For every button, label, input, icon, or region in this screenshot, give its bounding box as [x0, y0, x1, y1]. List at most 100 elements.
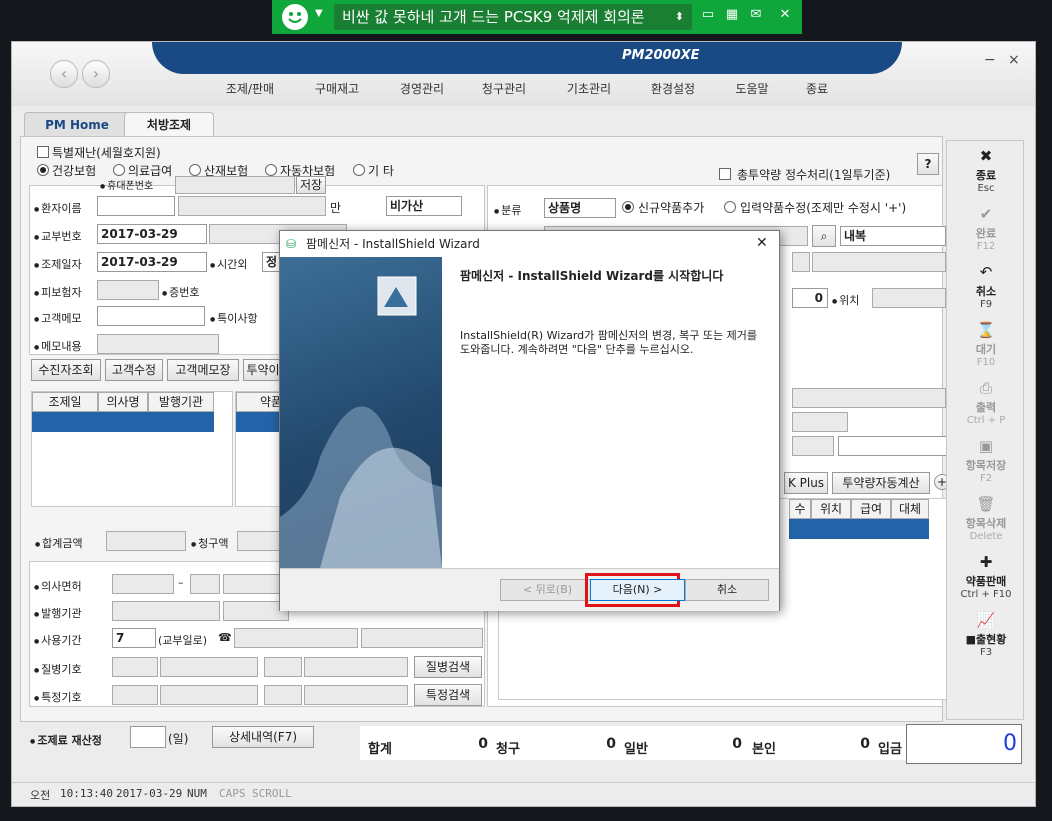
license-input[interactable] — [112, 574, 174, 594]
count-input[interactable]: 0 — [792, 288, 828, 308]
customer-memo-button[interactable]: 고객메모장 — [167, 359, 239, 381]
col-position[interactable]: 위치 — [811, 499, 851, 519]
status-report-button[interactable]: 📈 ■출현황 F3 — [947, 605, 1025, 663]
tab-prescription[interactable]: 처방조제 — [124, 112, 214, 136]
close-button[interactable]: × — [1008, 52, 1020, 68]
radio-industrial[interactable] — [189, 164, 201, 176]
news-headline[interactable]: 비싼 값 못하네 고개 드는 PCSK9 억제제 회의론 ⬍ — [334, 4, 692, 30]
radio-other[interactable] — [353, 164, 365, 176]
patient-lookup-button[interactable]: 수진자조회 — [31, 359, 101, 381]
cancel-button[interactable]: ↶ 취소 F9 — [947, 257, 1025, 315]
detail-button[interactable]: 상세내역(F7) — [212, 726, 314, 748]
special-disaster-checkbox[interactable] — [37, 146, 49, 158]
col-doctor[interactable]: 의사명 — [98, 392, 148, 412]
issue-date-input[interactable]: 2017-03-29 — [97, 224, 207, 244]
close-icon[interactable]: ✕ — [775, 7, 795, 25]
special-code-input[interactable] — [112, 685, 158, 705]
wait-button[interactable]: ⌛ 대기 F10 — [947, 315, 1025, 373]
radio-edit-drug[interactable] — [724, 201, 736, 213]
drug-field-select[interactable] — [838, 436, 950, 456]
drug-sale-button[interactable]: ✚ 약품판매 Ctrl + F10 — [947, 547, 1025, 605]
disease-name-input[interactable] — [160, 657, 258, 677]
customer-edit-button[interactable]: 고객수정 — [105, 359, 163, 381]
radio-health[interactable] — [37, 164, 49, 176]
special-search-button[interactable]: 특정검색 — [414, 684, 482, 706]
drug-field-c[interactable] — [792, 436, 834, 456]
recalc-days-input[interactable] — [130, 726, 166, 748]
next-button[interactable]: 다음(N) > — [590, 579, 685, 601]
dosage-button[interactable]: 투약이 — [243, 359, 283, 381]
phone-extra-field[interactable] — [361, 628, 483, 648]
search-icon[interactable]: ⌕ — [812, 225, 836, 247]
print-button[interactable]: ⎙ 출력 Ctrl + P — [947, 373, 1025, 431]
complete-button[interactable]: ✔ 완료 F12 — [947, 199, 1025, 257]
phone-field[interactable] — [234, 628, 358, 648]
category-select[interactable]: 상품명 — [544, 198, 616, 218]
table-row[interactable] — [789, 519, 929, 539]
special-name-input[interactable] — [160, 685, 258, 705]
calendar-icon[interactable]: ▦ — [722, 7, 742, 25]
col-count[interactable]: 수 — [789, 499, 811, 519]
disease-search-button[interactable]: 질병검색 — [414, 656, 482, 678]
table-row[interactable] — [32, 412, 214, 432]
chevron-down-icon[interactable]: ▼ — [315, 8, 323, 19]
memo-content-input[interactable] — [97, 334, 219, 354]
id-card-icon[interactable]: ▭ — [698, 7, 718, 25]
menu-claim[interactable]: 청구관리 — [464, 80, 544, 97]
save-item-button[interactable]: ▣ 항목저장 F2 — [947, 431, 1025, 489]
col-substitute[interactable]: 대체 — [891, 499, 929, 519]
auto-calc-button[interactable]: 투약량자동계산 — [832, 472, 930, 494]
menu-purchase[interactable]: 구매재고 — [297, 80, 377, 97]
drug-sale-label: 약품판매 — [965, 575, 1007, 588]
period-select[interactable]: 7 — [112, 628, 156, 648]
customer-memo-select[interactable] — [97, 306, 205, 326]
route-select[interactable]: 내복 — [840, 226, 946, 246]
drug-extra-input[interactable] — [812, 252, 946, 272]
menu-dispense[interactable]: 조제/판매 — [210, 80, 290, 97]
dialog-close-button[interactable]: ✕ — [756, 235, 768, 251]
special-code2-input[interactable] — [264, 685, 302, 705]
deposit-value[interactable]: 0 — [906, 724, 1022, 764]
menu-settings[interactable]: 환경설정 — [633, 80, 713, 97]
license-sub-input[interactable] — [190, 574, 220, 594]
patient-id-input[interactable] — [178, 196, 326, 216]
disease-code2-input[interactable] — [264, 657, 302, 677]
menu-exit[interactable]: 종료 — [777, 80, 857, 97]
radio-auto[interactable] — [265, 164, 277, 176]
history-table: 조제일 의사명 발행기관 — [31, 391, 233, 507]
drug-field-b[interactable] — [792, 412, 848, 432]
cancel-dialog-button[interactable]: 취소 — [685, 579, 769, 601]
insured-input[interactable] — [97, 280, 159, 300]
kplus-button[interactable]: K Plus — [784, 472, 828, 494]
help-button[interactable]: ? — [917, 153, 939, 175]
save-phone-button[interactable]: 저장 — [296, 176, 326, 194]
position-input[interactable] — [872, 288, 946, 308]
menu-management[interactable]: 경영관리 — [382, 80, 462, 97]
col-benefit[interactable]: 급여 — [851, 499, 891, 519]
exit-button[interactable]: ✖ 종료 Esc — [947, 141, 1025, 199]
menu-basic[interactable]: 기초관리 — [549, 80, 629, 97]
mail-icon[interactable]: ✉ — [746, 7, 766, 25]
col-institution[interactable]: 발행기관 — [148, 392, 214, 412]
patient-name-input[interactable] — [97, 196, 175, 216]
institution-input[interactable] — [112, 601, 220, 621]
drug-qty-input[interactable] — [792, 252, 810, 272]
disease-code-input[interactable] — [112, 657, 158, 677]
messenger-logo-icon[interactable] — [282, 4, 308, 30]
bigasan-select[interactable]: 비가산 — [386, 196, 462, 216]
disease-name2-input[interactable] — [304, 657, 408, 677]
col-dispense-date[interactable]: 조제일 — [32, 392, 98, 412]
total-dose-checkbox[interactable] — [719, 168, 731, 180]
minimize-button[interactable]: − — [984, 52, 996, 68]
special-name2-input[interactable] — [304, 685, 408, 705]
radio-medical-aid[interactable] — [113, 164, 125, 176]
phone-input[interactable] — [175, 176, 295, 194]
drug-field-a[interactable] — [792, 388, 946, 408]
back-button[interactable]: < 뒤로(B) — [500, 579, 595, 601]
dispense-date-input[interactable]: 2017-03-29 — [97, 252, 207, 272]
forward-nav-button[interactable]: › — [82, 60, 110, 88]
radio-new-drug[interactable] — [622, 201, 634, 213]
delete-item-button[interactable]: 🗑 항목삭제 Delete — [947, 489, 1025, 547]
tab-pm-home[interactable]: PM Home — [24, 112, 130, 136]
back-nav-button[interactable]: ‹ — [50, 60, 78, 88]
